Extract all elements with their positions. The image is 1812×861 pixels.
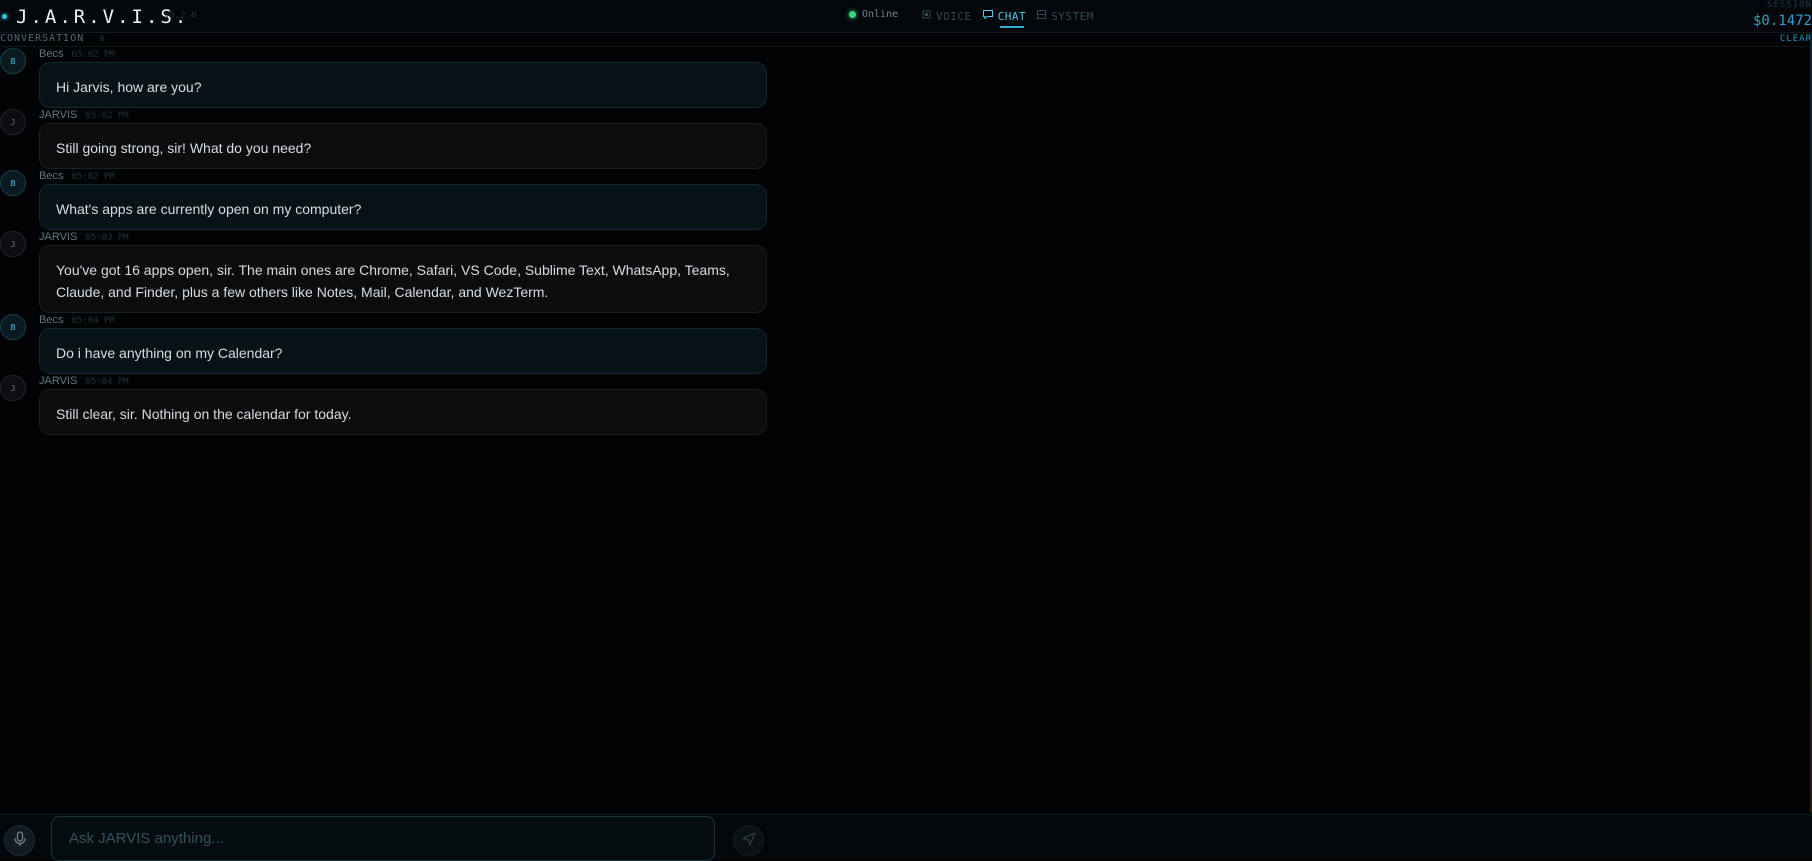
- message-meta: Becs 05:02 PM: [39, 48, 115, 60]
- online-status-dot: [849, 11, 856, 18]
- grid-icon: [1036, 9, 1047, 23]
- top-header: J.A.R.V.I.S. v0.2.0 Online VOICE CHAT SY…: [0, 0, 1812, 33]
- mode-switcher: VOICE CHAT SYSTEM: [919, 7, 1096, 28]
- send-button[interactable]: [733, 825, 764, 856]
- avatar: B: [0, 170, 26, 196]
- message-bubble: Hi Jarvis, how are you?: [39, 62, 767, 108]
- message-meta: Becs 05:02 PM: [39, 170, 115, 182]
- message-time: 05:02 PM: [71, 50, 115, 60]
- message-bubble: Still clear, sir. Nothing on the calenda…: [39, 389, 767, 435]
- message-author: JARVIS: [39, 375, 78, 387]
- message-author: Becs: [39, 314, 64, 326]
- message-meta: JARVIS 05:03 PM: [39, 231, 129, 243]
- message-count: 6: [100, 34, 105, 43]
- connection-status: Online: [849, 9, 898, 20]
- microphone-button[interactable]: [4, 825, 35, 856]
- tab-system[interactable]: SYSTEM: [1034, 7, 1096, 26]
- avatar: J: [0, 231, 26, 257]
- message-bubble: Still going strong, sir! What do you nee…: [39, 123, 767, 169]
- version-label: v0.2.0: [164, 11, 197, 21]
- conversation-bar: CONVERSATION 6 CLEAR: [0, 33, 1812, 47]
- avatar: B: [0, 314, 26, 340]
- session-label: SESSION: [1767, 0, 1812, 10]
- clear-button[interactable]: CLEAR: [1780, 34, 1812, 44]
- cpu-icon: [921, 9, 932, 23]
- chat-bubble-icon: [982, 9, 994, 23]
- message-bubble: You've got 16 apps open, sir. The main o…: [39, 245, 767, 313]
- message-meta: Becs 05:04 PM: [39, 314, 115, 326]
- input-bar: [0, 814, 1812, 861]
- avatar: J: [0, 375, 26, 401]
- send-icon: [741, 831, 756, 850]
- message-author: Becs: [39, 48, 64, 60]
- brand-indicator-dot: [2, 14, 7, 19]
- session-cost: $0.1472: [1752, 13, 1812, 29]
- message-time: 05:04 PM: [71, 316, 115, 326]
- message-time: 05:03 PM: [85, 233, 129, 243]
- avatar: J: [0, 109, 26, 135]
- conversation-title: CONVERSATION: [0, 33, 85, 44]
- message-bubble: Do i have anything on my Calendar?: [39, 328, 767, 374]
- status-text: Online: [862, 9, 899, 20]
- tab-chat[interactable]: CHAT: [980, 7, 1029, 28]
- microphone-icon: [13, 830, 27, 851]
- message-author: Becs: [39, 170, 64, 182]
- tab-chat-label: CHAT: [997, 9, 1027, 23]
- tab-voice[interactable]: VOICE: [919, 7, 974, 26]
- tab-voice-label: VOICE: [936, 9, 972, 23]
- message-bubble: What's apps are currently open on my com…: [39, 184, 767, 230]
- message-author: JARVIS: [39, 109, 78, 121]
- message-author: JARVIS: [39, 231, 78, 243]
- message-meta: JARVIS 05:02 PM: [39, 109, 129, 121]
- message-time: 05:02 PM: [71, 172, 115, 182]
- message-time: 05:02 PM: [85, 111, 129, 121]
- message-time: 05:04 PM: [85, 377, 129, 387]
- message-meta: JARVIS 05:04 PM: [39, 375, 129, 387]
- tab-system-label: SYSTEM: [1051, 9, 1094, 23]
- chat-input[interactable]: [51, 816, 715, 861]
- avatar: B: [0, 48, 26, 74]
